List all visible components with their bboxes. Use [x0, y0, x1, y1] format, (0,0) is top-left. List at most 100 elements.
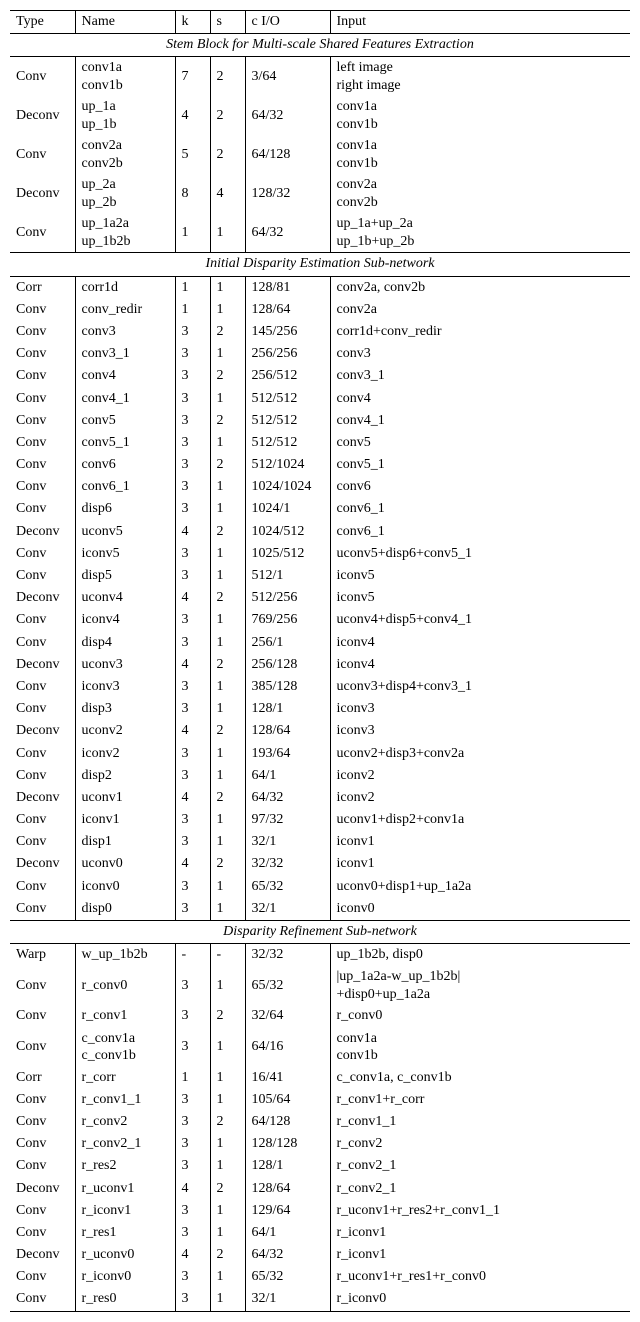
table-row: Conviconv13197/32uconv1+disp2+conv1a	[10, 809, 630, 831]
cell-s: 2	[210, 720, 245, 742]
cell-type: Deconv	[10, 654, 75, 676]
table-row: Convconv2aconv2b5264/128conv1aconv1b	[10, 135, 630, 174]
cell-input: uconv4+disp5+conv4_1	[330, 609, 630, 631]
cell-name: conv3	[75, 321, 175, 343]
cell-cio: 64/128	[245, 135, 330, 174]
cell-input: r_conv0	[330, 1005, 630, 1027]
cell-name: r_iconv0	[75, 1266, 175, 1288]
cell-k: 3	[175, 1155, 210, 1177]
section-title-row: Initial Disparity Estimation Sub-network	[10, 253, 630, 276]
cell-k: 1	[175, 276, 210, 299]
table-row: Convr_conv13232/64r_conv0	[10, 1005, 630, 1027]
cell-type: Conv	[10, 1111, 75, 1133]
cell-type: Conv	[10, 321, 75, 343]
cell-cio: 128/64	[245, 299, 330, 321]
cell-type: Deconv	[10, 1244, 75, 1266]
cell-type: Conv	[10, 565, 75, 587]
cell-input: conv5_1	[330, 454, 630, 476]
cell-type: Deconv	[10, 174, 75, 213]
cell-cio: 64/16	[245, 1028, 330, 1067]
table-row: Deconvuconv442512/256iconv5	[10, 587, 630, 609]
cell-k: 4	[175, 853, 210, 875]
cell-s: 1	[210, 876, 245, 898]
cell-cio: 128/64	[245, 720, 330, 742]
cell-input: r_conv2_1	[330, 1178, 630, 1200]
cell-input: conv1aconv1b	[330, 96, 630, 135]
cell-k: 4	[175, 1178, 210, 1200]
cell-k: 3	[175, 388, 210, 410]
cell-type: Conv	[10, 476, 75, 498]
cell-input: conv2aconv2b	[330, 174, 630, 213]
table-row: Convr_conv1_131105/64r_conv1+r_corr	[10, 1089, 630, 1111]
cell-input: conv6_1	[330, 498, 630, 520]
cell-name: c_conv1ac_conv1b	[75, 1028, 175, 1067]
table-row: Convconv332145/256corr1d+conv_redir	[10, 321, 630, 343]
cell-k: 3	[175, 831, 210, 853]
cell-s: 1	[210, 676, 245, 698]
cell-name: uconv5	[75, 521, 175, 543]
cell-k: 1	[175, 1067, 210, 1089]
cell-s: 2	[210, 853, 245, 875]
cell-k: 3	[175, 454, 210, 476]
cell-s: 1	[210, 698, 245, 720]
cell-k: 3	[175, 1111, 210, 1133]
cell-name: corr1d	[75, 276, 175, 299]
cell-type: Deconv	[10, 96, 75, 135]
cell-type: Conv	[10, 1089, 75, 1111]
table-row: Deconvr_uconv142128/64r_conv2_1	[10, 1178, 630, 1200]
cell-input: iconv0	[330, 898, 630, 921]
cell-name: conv4	[75, 365, 175, 387]
cell-s: 1	[210, 476, 245, 498]
cell-cio: 64/1	[245, 1222, 330, 1244]
cell-name: iconv3	[75, 676, 175, 698]
cell-cio: 64/32	[245, 96, 330, 135]
cell-k: 4	[175, 787, 210, 809]
table-row: Conviconv431769/256uconv4+disp5+conv4_1	[10, 609, 630, 631]
table-row: Convconv4_131512/512conv4	[10, 388, 630, 410]
cell-s: 1	[210, 213, 245, 253]
cell-s: 1	[210, 276, 245, 299]
cell-name: iconv2	[75, 743, 175, 765]
cell-type: Conv	[10, 498, 75, 520]
cell-name: disp1	[75, 831, 175, 853]
cell-k: 3	[175, 765, 210, 787]
cell-name: r_iconv1	[75, 1200, 175, 1222]
cell-s: 2	[210, 787, 245, 809]
cell-input: iconv1	[330, 831, 630, 853]
table-row: Convdisp6311024/1conv6_1	[10, 498, 630, 520]
cell-type: Conv	[10, 743, 75, 765]
cell-input: uconv0+disp1+up_1a2a	[330, 876, 630, 898]
cell-k: 7	[175, 57, 210, 97]
cell-input: r_conv2	[330, 1133, 630, 1155]
section-title-row: Disparity Refinement Sub-network	[10, 921, 630, 944]
cell-name: r_corr	[75, 1067, 175, 1089]
cell-input: r_iconv0	[330, 1288, 630, 1311]
cell-k: 3	[175, 1200, 210, 1222]
cell-cio: 256/512	[245, 365, 330, 387]
cell-k: 3	[175, 1028, 210, 1067]
table-row: Convconv632512/1024conv5_1	[10, 454, 630, 476]
cell-s: 1	[210, 432, 245, 454]
cell-type: Conv	[10, 1200, 75, 1222]
header-s: s	[210, 11, 245, 34]
section-title-row: Stem Block for Multi-scale Shared Featur…	[10, 34, 630, 57]
cell-type: Conv	[10, 1155, 75, 1177]
cell-s: 2	[210, 57, 245, 97]
table-row: Convdisp13132/1iconv1	[10, 831, 630, 853]
cell-k: 1	[175, 299, 210, 321]
cell-input: conv1aconv1b	[330, 135, 630, 174]
cell-name: conv5	[75, 410, 175, 432]
cell-k: 3	[175, 1089, 210, 1111]
cell-cio: 256/128	[245, 654, 330, 676]
table-row: Convr_res231128/1r_conv2_1	[10, 1155, 630, 1177]
cell-cio: 1024/1	[245, 498, 330, 520]
cell-s: 1	[210, 809, 245, 831]
cell-type: Conv	[10, 365, 75, 387]
cell-s: 1	[210, 498, 245, 520]
header-row: Type Name k s c I/O Input	[10, 11, 630, 34]
cell-type: Conv	[10, 1288, 75, 1311]
section-title: Stem Block for Multi-scale Shared Featur…	[10, 34, 630, 57]
table-row: Convc_conv1ac_conv1b3164/16conv1aconv1b	[10, 1028, 630, 1067]
cell-type: Conv	[10, 343, 75, 365]
cell-name: r_res1	[75, 1222, 175, 1244]
